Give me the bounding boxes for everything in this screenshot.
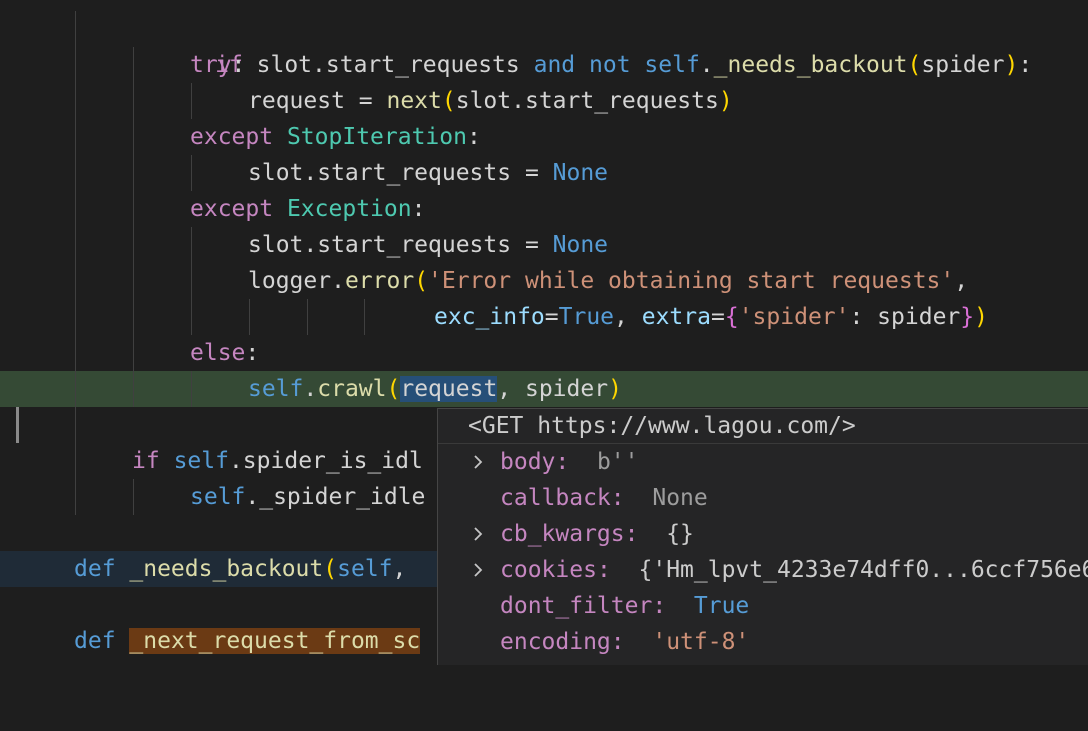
tree-item-separator: : (611, 629, 625, 655)
indent-guide (133, 479, 134, 515)
tree-item[interactable]: body: b'' (438, 444, 1088, 480)
current-execution-line: self.crawl(request, spider) (0, 371, 1088, 407)
code-line: logger.error('Error while obtaining star… (0, 263, 1088, 299)
indent-guide (133, 155, 134, 191)
tree-item-separator: : (625, 521, 639, 547)
indent-guide (75, 119, 76, 155)
indent-guide (133, 371, 134, 407)
indent-guide (75, 371, 76, 407)
indent-guide (133, 335, 134, 371)
code-line: except Exception: (0, 191, 1088, 227)
indent-guide (133, 299, 134, 335)
code-line: slot.start_requests = None (0, 227, 1088, 263)
indent-guide (133, 47, 134, 83)
indent-guide (75, 155, 76, 191)
code-line: request = next(slot.start_requests) (0, 83, 1088, 119)
tree-item-separator: : (597, 557, 611, 583)
tree-item-value: {'Hm_lpvt_4233e74dff0...6ccf756e6': (639, 557, 1088, 583)
tree-item-entry: body: b'' (500, 444, 639, 480)
hovered-variable[interactable]: request (400, 376, 497, 402)
hover-title: <GET https://www.lagou.com/> (438, 409, 1088, 444)
tree-item[interactable]: cookies: {'Hm_lpvt_4233e74dff0...6ccf756… (438, 552, 1088, 588)
tree-item-key: callback (500, 485, 611, 511)
tree-item-key: dont_filter (500, 593, 652, 619)
chevron-right-icon[interactable] (470, 516, 486, 552)
indent-guide (75, 479, 76, 515)
code-line: slot.start_requests = None (0, 155, 1088, 191)
tree-item-key: cb_kwargs (500, 521, 625, 547)
indent-guide (191, 371, 192, 407)
tree-item-key: body (500, 449, 555, 475)
indent-guide (75, 47, 76, 83)
indent-guide (133, 227, 134, 263)
indent-guide (75, 263, 76, 299)
tree-item-value: 'utf-8' (652, 629, 749, 655)
code-line: try: (0, 47, 1088, 83)
debug-hover-widget[interactable]: <GET https://www.lagou.com/> body: b''ca… (437, 408, 1088, 665)
tree-item[interactable]: dont_filter: True (438, 588, 1088, 624)
cursor-line-marker (16, 407, 19, 443)
indent-guide (364, 299, 365, 335)
tree-item-entry: dont_filter: True (500, 588, 749, 624)
indent-guide (191, 83, 192, 119)
tree-item-value: None (652, 485, 707, 511)
tree-item[interactable]: callback: None (438, 480, 1088, 516)
tree-item-value: b'' (597, 449, 639, 475)
indent-guide (307, 299, 308, 335)
indent-guide (191, 263, 192, 299)
indent-guide (75, 11, 76, 47)
code-line: if slot.start_requests and not self._nee… (0, 11, 1088, 47)
code-line: exc_info=True, extra={'spider': spider}) (0, 299, 1088, 335)
indent-guide (133, 263, 134, 299)
chevron-right-icon[interactable] (470, 552, 486, 588)
tree-item-entry: encoding: 'utf-8' (500, 624, 749, 660)
indent-guide (133, 83, 134, 119)
indent-guide (191, 299, 192, 335)
indent-guide (75, 335, 76, 371)
indent-guide (75, 299, 76, 335)
indent-guide (191, 155, 192, 191)
indent-guide (75, 407, 76, 443)
indent-guide (191, 227, 192, 263)
tree-item[interactable]: encoding: 'utf-8' (438, 624, 1088, 660)
tree-item-value: {} (666, 521, 694, 547)
tree-item-entry: cb_kwargs: {} (500, 516, 694, 552)
indent-guide (75, 191, 76, 227)
tree-item-value: True (694, 593, 749, 619)
indent-guide (75, 443, 76, 479)
indent-guide (75, 227, 76, 263)
indent-guide (249, 299, 250, 335)
tree-item-entry: callback: None (500, 480, 708, 516)
highlighted-symbol: _next_request_from_sc (129, 628, 420, 654)
tree-item-key: cookies (500, 557, 597, 583)
tree-item-separator: : (555, 449, 569, 475)
tree-item-separator: : (611, 485, 625, 511)
tree-item[interactable]: cb_kwargs: {} (438, 516, 1088, 552)
code-line: else: (0, 335, 1088, 371)
code-line: except StopIteration: (0, 119, 1088, 155)
tree-item-entry: cookies: {'Hm_lpvt_4233e74dff0...6ccf756… (500, 552, 1088, 588)
tree-item-key: encoding (500, 629, 611, 655)
indent-guide (133, 191, 134, 227)
variable-tree: body: b''callback: Nonecb_kwargs: {}cook… (438, 444, 1088, 660)
tree-item-separator: : (652, 593, 666, 619)
indent-guide (133, 119, 134, 155)
chevron-right-icon[interactable] (470, 444, 486, 480)
indent-guide (75, 83, 76, 119)
